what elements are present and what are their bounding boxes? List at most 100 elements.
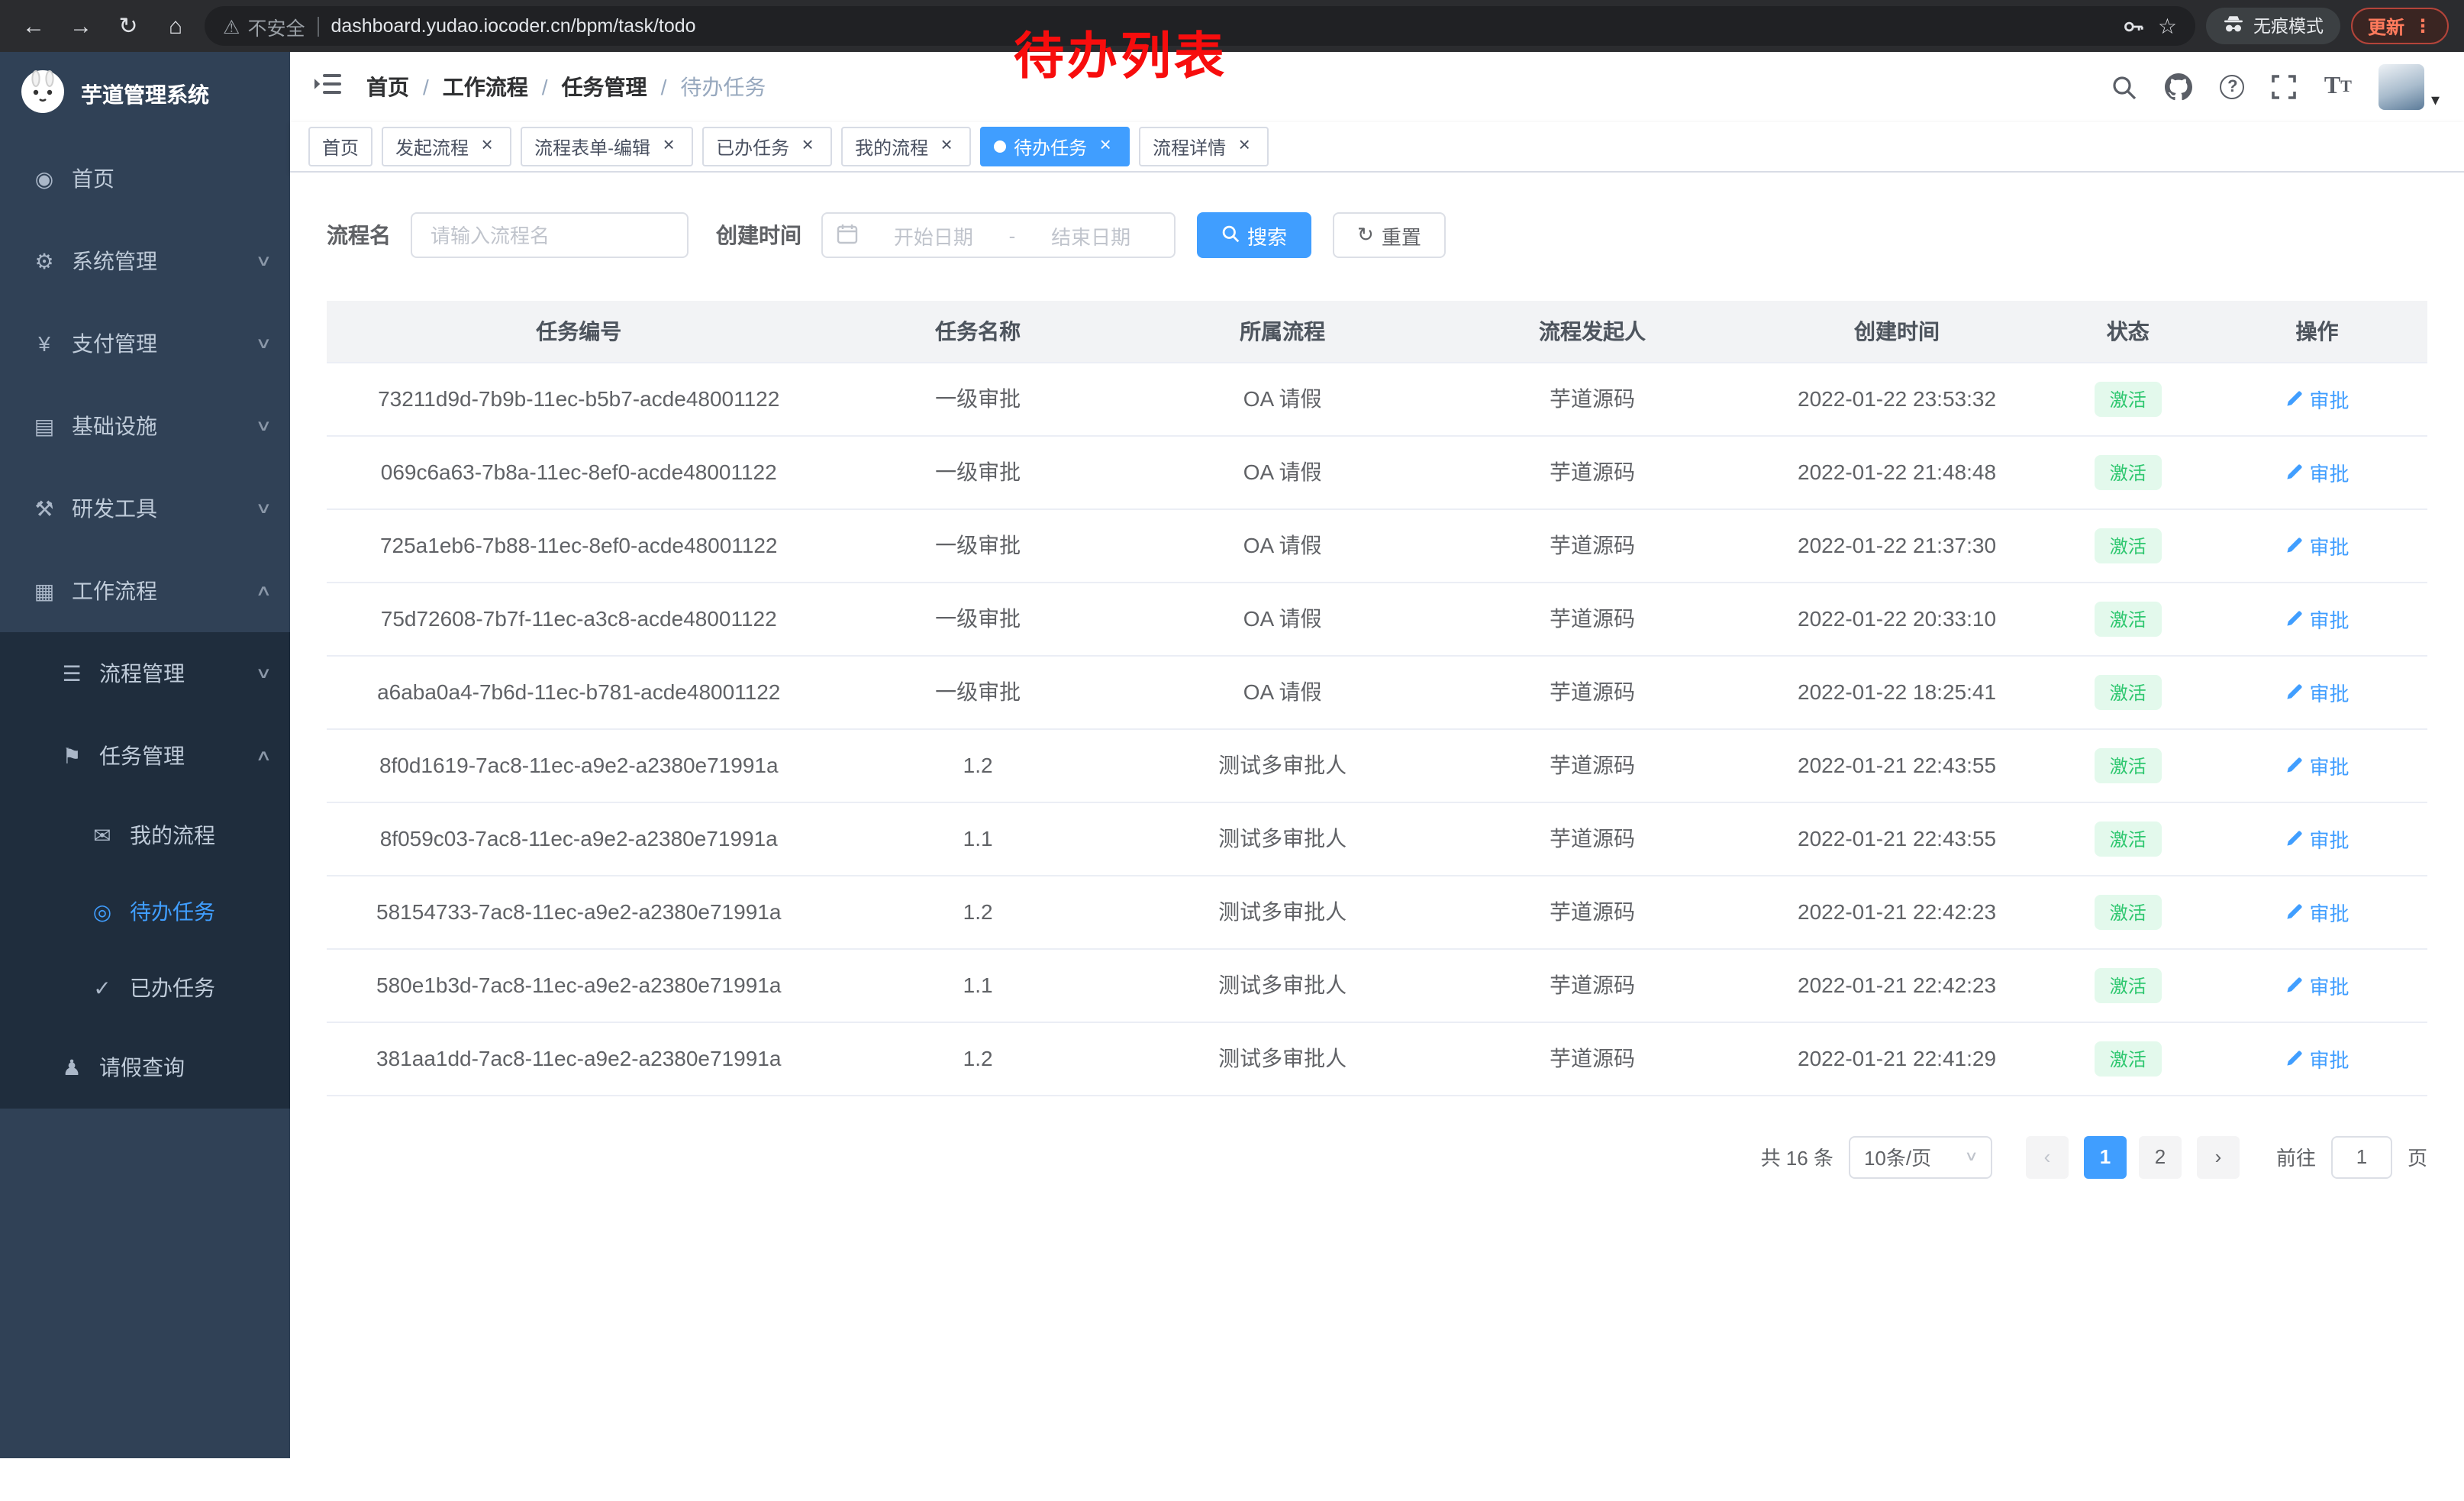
sidebar-toggle-button[interactable] xyxy=(314,71,342,103)
approve-link[interactable]: 审批 xyxy=(2285,824,2349,853)
tab-process-detail[interactable]: 流程详情× xyxy=(1139,127,1269,166)
approve-link[interactable]: 审批 xyxy=(2285,384,2349,413)
next-page-button[interactable]: › xyxy=(2197,1135,2240,1178)
table-row: 381aa1dd-7ac8-11ec-a9e2-a2380e71991a1.2测… xyxy=(327,1022,2427,1095)
sidebar-item-process-management[interactable]: ☰流程管理∨ xyxy=(0,632,290,715)
breadcrumb-item[interactable]: 任务管理 xyxy=(562,72,647,102)
process-cell: 测试多审批人 xyxy=(1125,948,1440,1022)
search-button-icon xyxy=(1221,224,1240,247)
search-button[interactable]: 搜索 xyxy=(1197,212,1311,258)
task-id-cell: 8f0d1619-7ac8-11ec-a9e2-a2380e71991a xyxy=(327,728,830,802)
approve-link[interactable]: 审批 xyxy=(2285,970,2349,999)
tools-icon: ⚒ xyxy=(31,495,58,521)
task-id-cell: 73211d9d-7b9b-11ec-b5b7-acde48001122 xyxy=(327,362,830,435)
edit-pencil-icon xyxy=(2285,609,2303,628)
table-row: 069c6a63-7b8a-11ec-8ef0-acde48001122一级审批… xyxy=(327,435,2427,508)
page-unit-label: 页 xyxy=(2408,1142,2427,1171)
task-id-cell: 069c6a63-7b8a-11ec-8ef0-acde48001122 xyxy=(327,435,830,508)
update-label: 更新 xyxy=(2368,13,2404,39)
back-button[interactable]: ← xyxy=(15,8,52,44)
search-icon[interactable] xyxy=(2112,74,2138,100)
bookmark-star-icon[interactable]: ☆ xyxy=(2158,13,2177,39)
app-logo[interactable]: 芋道管理系统 xyxy=(0,52,290,137)
approve-link[interactable]: 审批 xyxy=(2285,457,2349,486)
process-name-input[interactable] xyxy=(411,212,689,258)
close-icon[interactable]: × xyxy=(1095,136,1116,157)
sidebar-item-task-management[interactable]: ⚑任务管理∧ xyxy=(0,715,290,797)
action-cell: 审批 xyxy=(2207,728,2427,802)
font-size-icon[interactable]: TT xyxy=(2324,73,2352,101)
tab-start-process[interactable]: 发起流程× xyxy=(382,127,511,166)
sidebar-item-home[interactable]: ◉首页 xyxy=(0,137,290,220)
page-button-2[interactable]: 2 xyxy=(2139,1135,2182,1178)
reset-button[interactable]: ↻ 重置 xyxy=(1333,212,1446,258)
task-name-cell: 1.2 xyxy=(830,875,1124,948)
status-badge: 激活 xyxy=(2095,454,2162,489)
sidebar-item-devtools[interactable]: ⚒研发工具∨ xyxy=(0,467,290,550)
action-cell: 审批 xyxy=(2207,948,2427,1022)
task-name-cell: 1.1 xyxy=(830,802,1124,875)
menu-dots-icon[interactable]: ⋮ xyxy=(2414,15,2432,37)
tab-home[interactable]: 首页 xyxy=(308,127,373,166)
close-icon[interactable]: × xyxy=(936,136,957,157)
tab-todo-tasks[interactable]: 待办任务× xyxy=(980,127,1130,166)
fullscreen-icon[interactable] xyxy=(2272,75,2297,99)
close-icon[interactable]: × xyxy=(1234,136,1255,157)
sidebar-item-workflow[interactable]: ▦工作流程∧ xyxy=(0,550,290,632)
approve-link[interactable]: 审批 xyxy=(2285,604,2349,633)
breadcrumb-item[interactable]: 首页 xyxy=(366,72,409,102)
help-icon[interactable]: ? xyxy=(2221,75,2245,99)
sidebar-item-done-tasks[interactable]: ✓已办任务 xyxy=(0,950,290,1026)
total-count: 共 16 条 xyxy=(1761,1142,1833,1171)
sidebar-item-label: 请假查询 xyxy=(99,1052,269,1083)
approve-link[interactable]: 审批 xyxy=(2285,1044,2349,1073)
breadcrumb-item[interactable]: 工作流程 xyxy=(443,72,528,102)
github-icon[interactable] xyxy=(2166,73,2193,101)
sidebar-item-infrastructure[interactable]: ▤基础设施∨ xyxy=(0,385,290,467)
key-icon[interactable] xyxy=(2123,15,2146,37)
tab-done-tasks[interactable]: 已办任务× xyxy=(702,127,832,166)
task-id-cell: a6aba0a4-7b6d-11ec-b781-acde48001122 xyxy=(327,655,830,728)
page-size-value: 10条/页 xyxy=(1864,1142,1931,1171)
tab-form-edit[interactable]: 流程表单-编辑× xyxy=(521,127,693,166)
status-badge: 激活 xyxy=(2095,601,2162,636)
filter-bar: 流程名 创建时间 开始日期 - 结束日期 xyxy=(327,212,2427,258)
close-icon[interactable]: × xyxy=(797,136,818,157)
close-icon[interactable]: × xyxy=(476,136,498,157)
close-icon[interactable]: × xyxy=(658,136,679,157)
security-status[interactable]: ⚠ 不安全 xyxy=(223,11,305,40)
page-size-select[interactable]: 10条/页 ∨ xyxy=(1849,1135,1992,1178)
approve-link[interactable]: 审批 xyxy=(2285,750,2349,780)
page-button-1[interactable]: 1 xyxy=(2084,1135,2127,1178)
date-range-picker[interactable]: 开始日期 - 结束日期 xyxy=(821,212,1176,258)
reload-button[interactable]: ↻ xyxy=(110,8,147,44)
sidebar-item-my-process[interactable]: ✉我的流程 xyxy=(0,797,290,873)
table-row: 580e1b3d-7ac8-11ec-a9e2-a2380e71991a1.1测… xyxy=(327,948,2427,1022)
tab-my-process[interactable]: 我的流程× xyxy=(841,127,971,166)
initiator-cell: 芋道源码 xyxy=(1440,1022,1745,1095)
sidebar-item-payment-management[interactable]: ¥支付管理∨ xyxy=(0,302,290,385)
prev-page-button[interactable]: ‹ xyxy=(2026,1135,2069,1178)
sidebar-item-todo-tasks[interactable]: ◎待办任务 xyxy=(0,873,290,950)
sidebar-item-system-management[interactable]: ⚙系统管理∨ xyxy=(0,220,290,302)
user-avatar[interactable]: ▾ xyxy=(2379,64,2440,110)
action-cell: 审批 xyxy=(2207,1022,2427,1095)
approve-label: 审批 xyxy=(2309,824,2349,853)
sidebar-item-label: 我的流程 xyxy=(130,820,269,851)
home-button[interactable]: ⌂ xyxy=(157,8,194,44)
update-button[interactable]: 更新 ⋮ xyxy=(2351,8,2449,44)
approve-label: 审批 xyxy=(2309,604,2349,633)
action-cell: 审批 xyxy=(2207,655,2427,728)
approve-link[interactable]: 审批 xyxy=(2285,677,2349,706)
goto-page-input[interactable] xyxy=(2331,1135,2392,1178)
sidebar-item-leave-query[interactable]: ♟请假查询 xyxy=(0,1026,290,1109)
forward-button[interactable]: → xyxy=(63,8,99,44)
approve-link[interactable]: 审批 xyxy=(2285,897,2349,926)
task-id-cell: 75d72608-7b7f-11ec-a3c8-acde48001122 xyxy=(327,582,830,655)
approve-link[interactable]: 审批 xyxy=(2285,531,2349,560)
edit-pencil-icon xyxy=(2285,389,2303,408)
breadcrumb-separator: / xyxy=(661,75,667,99)
initiator-cell: 芋道源码 xyxy=(1440,802,1745,875)
hamburger-icon xyxy=(314,71,342,103)
status-cell: 激活 xyxy=(2050,802,2207,875)
